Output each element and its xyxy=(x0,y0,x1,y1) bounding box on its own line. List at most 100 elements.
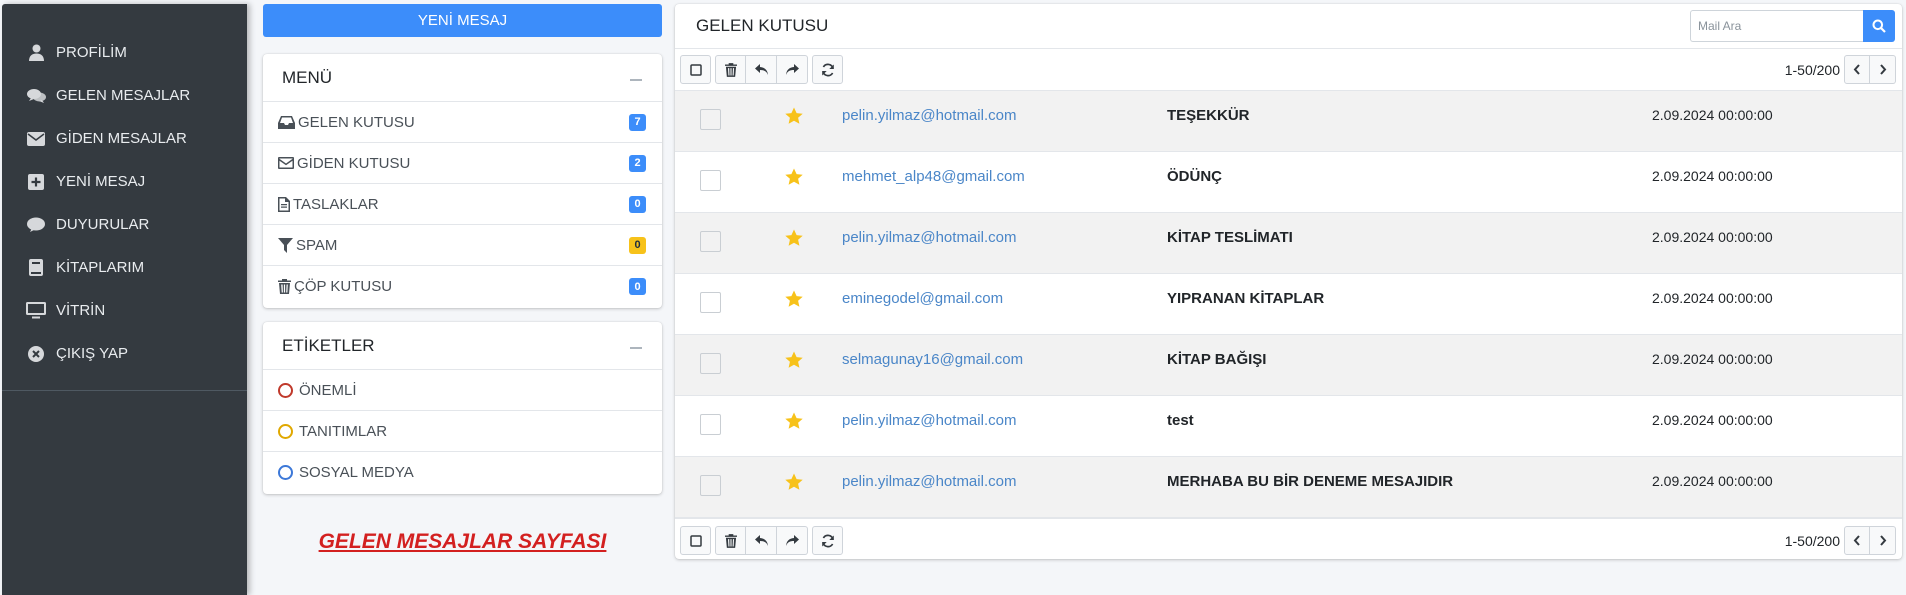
collapse-icon[interactable] xyxy=(630,78,642,81)
sidebar-item-outgoing-messages[interactable]: GİDEN MESAJLAR xyxy=(2,117,247,160)
mail-row[interactable]: mehmet_alp48@gmail.com ÖDÜNÇ 2.09.2024 0… xyxy=(675,152,1902,213)
mail-row[interactable]: eminegodel@gmail.com YIPRANAN KİTAPLAR 2… xyxy=(675,274,1902,335)
star-icon[interactable] xyxy=(785,351,803,369)
sidebar-item-announcements[interactable]: DUYURULAR xyxy=(2,203,247,246)
mail-toolbar-bottom: 1-50/200 xyxy=(675,518,1902,562)
refresh-icon xyxy=(821,534,834,547)
mail-sender[interactable]: mehmet_alp48@gmail.com xyxy=(842,168,1167,185)
mail-subject[interactable]: test xyxy=(1167,412,1652,429)
menu-item-label: GELEN KUTUSU xyxy=(298,113,415,131)
compose-button[interactable]: YENİ MESAJ xyxy=(263,4,662,37)
mail-sender[interactable]: pelin.yilmaz@hotmail.com xyxy=(842,412,1167,429)
sidebar-item-label: DUYURULAR xyxy=(56,216,150,233)
mail-subject[interactable]: KİTAP TESLİMATI xyxy=(1167,229,1652,246)
collapse-icon[interactable] xyxy=(630,346,642,349)
sidebar-divider xyxy=(2,390,247,391)
count-badge: 7 xyxy=(629,113,646,131)
chevron-right-icon xyxy=(1879,535,1886,546)
refresh-button[interactable] xyxy=(812,526,843,555)
mail-subject[interactable]: MERHABA BU BİR DENEME MESAJIDIR xyxy=(1167,473,1652,490)
sidebar-item-label: YENİ MESAJ xyxy=(56,173,146,190)
sidebar: PROFİLİM GELEN MESAJLAR GİDEN MESAJLAR Y… xyxy=(2,4,247,595)
select-all-button[interactable] xyxy=(680,526,711,555)
search-button[interactable] xyxy=(1863,10,1895,42)
mail-checkbox[interactable] xyxy=(700,353,721,374)
sidebar-item-logout[interactable]: ÇIKIŞ YAP xyxy=(2,332,247,375)
sidebar-item-my-books[interactable]: KİTAPLARIM xyxy=(2,246,247,289)
menu-item-label: ÇÖP KUTUSU xyxy=(294,278,393,295)
sidebar-item-label: PROFİLİM xyxy=(56,44,127,61)
delete-button[interactable] xyxy=(715,526,746,555)
prev-page-button[interactable] xyxy=(1844,55,1870,84)
next-page-button[interactable] xyxy=(1870,526,1896,555)
label-item-important[interactable]: ÖNEMLİ xyxy=(263,370,662,411)
mail-row[interactable]: pelin.yilmaz@hotmail.com MERHABA BU BİR … xyxy=(675,457,1902,518)
star-icon[interactable] xyxy=(785,168,803,186)
mail-sender[interactable]: pelin.yilmaz@hotmail.com xyxy=(842,229,1167,246)
mail-subject[interactable]: ÖDÜNÇ xyxy=(1167,168,1652,185)
label-item-label: ÖNEMLİ xyxy=(299,381,357,399)
star-icon[interactable] xyxy=(785,473,803,491)
delete-button[interactable] xyxy=(715,55,746,84)
search-input[interactable] xyxy=(1690,10,1863,42)
mail-checkbox[interactable] xyxy=(700,292,721,313)
sidebar-item-label: KİTAPLARIM xyxy=(56,259,145,276)
times-circle-icon xyxy=(24,345,48,363)
pagination: 1-50/200 xyxy=(1785,526,1896,555)
select-all-button[interactable] xyxy=(680,55,711,84)
labels-title: ETİKETLER xyxy=(282,335,375,355)
sidebar-item-showcase[interactable]: VİTRİN xyxy=(2,289,247,332)
label-item-promotions[interactable]: TANITIMLAR xyxy=(263,411,662,452)
mail-sender[interactable]: selmagunay16@gmail.com xyxy=(842,351,1167,368)
mail-sender[interactable]: pelin.yilmaz@hotmail.com xyxy=(842,473,1167,490)
reply-button[interactable] xyxy=(746,55,777,84)
mail-date: 2.09.2024 00:00:00 xyxy=(1652,107,1773,123)
mail-date: 2.09.2024 00:00:00 xyxy=(1652,412,1773,428)
mail-checkbox[interactable] xyxy=(700,414,721,435)
search-icon xyxy=(1872,19,1886,33)
label-item-label: TANITIMLAR xyxy=(299,422,388,440)
mail-subject[interactable]: KİTAP BAĞIŞI xyxy=(1167,351,1652,368)
mail-row[interactable]: selmagunay16@gmail.com KİTAP BAĞIŞI 2.09… xyxy=(675,335,1902,396)
star-icon[interactable] xyxy=(785,290,803,308)
pagination-text: 1-50/200 xyxy=(1784,61,1840,78)
sidebar-item-new-message[interactable]: YENİ MESAJ xyxy=(2,160,247,203)
next-page-button[interactable] xyxy=(1870,55,1896,84)
menu-item-sent[interactable]: GİDEN KUTUSU 2 xyxy=(263,143,662,184)
refresh-button[interactable] xyxy=(812,55,843,84)
mail-row[interactable]: pelin.yilmaz@hotmail.com test 2.09.2024 … xyxy=(675,396,1902,457)
mail-sender[interactable]: pelin.yilmaz@hotmail.com xyxy=(842,107,1167,124)
mail-row[interactable]: pelin.yilmaz@hotmail.com KİTAP TESLİMATI… xyxy=(675,213,1902,274)
mail-row[interactable]: pelin.yilmaz@hotmail.com TEŞEKKÜR 2.09.2… xyxy=(675,91,1902,152)
star-icon[interactable] xyxy=(785,229,803,247)
reply-button[interactable] xyxy=(746,526,777,555)
label-item-social-media[interactable]: SOSYAL MEDYA xyxy=(263,452,662,493)
menu-item-inbox[interactable]: GELEN KUTUSU 7 xyxy=(263,102,662,143)
sidebar-item-incoming-messages[interactable]: GELEN MESAJLAR xyxy=(2,74,247,117)
star-icon[interactable] xyxy=(785,412,803,430)
mail-subject[interactable]: TEŞEKKÜR xyxy=(1167,107,1652,124)
prev-page-button[interactable] xyxy=(1844,526,1870,555)
comments-icon xyxy=(24,87,48,105)
menu-item-spam[interactable]: SPAM 0 xyxy=(263,225,662,266)
forward-button[interactable] xyxy=(777,55,808,84)
star-icon[interactable] xyxy=(785,107,803,125)
mail-checkbox[interactable] xyxy=(700,170,721,191)
mail-checkbox[interactable] xyxy=(700,475,721,496)
forward-button[interactable] xyxy=(777,526,808,555)
sidebar-item-profile[interactable]: PROFİLİM xyxy=(2,31,247,74)
plus-square-icon xyxy=(24,173,48,191)
menu-header: MENÜ xyxy=(263,54,662,102)
mail-list: pelin.yilmaz@hotmail.com TEŞEKKÜR 2.09.2… xyxy=(675,90,1902,518)
mailbox-title: GELEN KUTUSU xyxy=(696,16,829,35)
mail-subject[interactable]: YIPRANAN KİTAPLAR xyxy=(1167,290,1652,307)
mail-checkbox[interactable] xyxy=(700,109,721,130)
label-item-label: SOSYAL MEDYA xyxy=(299,464,414,481)
mail-sender[interactable]: eminegodel@gmail.com xyxy=(842,290,1167,307)
mail-date: 2.09.2024 00:00:00 xyxy=(1652,229,1773,245)
mail-checkbox[interactable] xyxy=(700,231,721,252)
page-caption: GELEN MESAJLAR SAYFASI xyxy=(318,530,607,553)
menu-item-trash[interactable]: ÇÖP KUTUSU 0 xyxy=(263,266,662,307)
square-icon xyxy=(689,63,702,76)
menu-item-drafts[interactable]: TASLAKLAR 0 xyxy=(263,184,662,225)
